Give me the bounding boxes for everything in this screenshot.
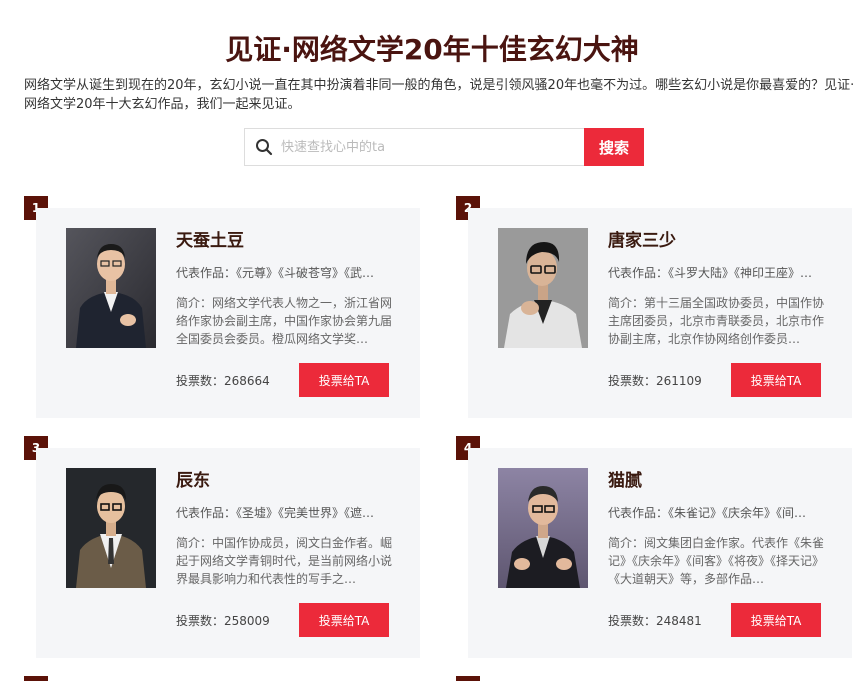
author-works: 代表作品：《朱雀记》《庆余年》《间…: [608, 506, 807, 520]
rank-badge: [24, 676, 48, 681]
page-intro: 网络文学从诞生到现在的20年，玄幻小说一直在其中扮演着非同一般的角色，说是引领风…: [24, 78, 855, 112]
author-avatar[interactable]: [498, 228, 588, 348]
rank-badge: [456, 676, 480, 681]
vote-count: 投票数：248481: [608, 614, 702, 628]
author-avatar[interactable]: [66, 228, 156, 348]
search-input[interactable]: [281, 132, 561, 162]
author-bio: 简介：中国作协成员，阅文白金作者。崛起于网络文学青铜时代，是当前网络小说界最具影…: [176, 536, 393, 586]
author-name[interactable]: 唐家三少: [608, 226, 676, 251]
author-name[interactable]: 猫腻: [608, 466, 642, 491]
author-name[interactable]: 辰东: [176, 466, 210, 491]
author-works: 代表作品：《斗罗大陆》《神印王座》…: [608, 266, 813, 280]
author-works: 代表作品：《圣墟》《完美世界》《遮…: [176, 506, 375, 520]
search-field[interactable]: [244, 128, 584, 166]
search-icon: [256, 139, 273, 156]
search-bar: 搜索: [244, 128, 644, 166]
search-button[interactable]: 搜索: [584, 128, 644, 166]
vote-button[interactable]: 投票给TA: [299, 603, 389, 637]
author-name[interactable]: 天蚕土豆: [176, 226, 244, 251]
author-card: 唐家三少 代表作品：《斗罗大陆》《神印王座》… 简介：第十三届全国政协委员，中国…: [468, 208, 852, 418]
author-card: 猫腻 代表作品：《朱雀记》《庆余年》《间… 简介：阅文集团白金作家。代表作《朱雀…: [468, 448, 852, 658]
vote-count: 投票数：268664: [176, 374, 270, 388]
vote-button[interactable]: 投票给TA: [299, 363, 389, 397]
vote-count: 投票数：261109: [608, 374, 702, 388]
author-bio: 简介：网络文学代表人物之一，浙江省网络作家协会副主席，中国作家协会第九届全国委员…: [176, 296, 393, 346]
author-works: 代表作品：《元尊》《斗破苍穹》《武…: [176, 266, 375, 280]
vote-button[interactable]: 投票给TA: [731, 363, 821, 397]
author-bio: 简介：阅文集团白金作家。代表作《朱雀记》《庆余年》《间客》《将夜》《择天记》《大…: [608, 536, 825, 586]
author-card: 天蚕土豆 代表作品：《元尊》《斗破苍穹》《武… 简介：网络文学代表人物之一，浙江…: [36, 208, 420, 418]
author-card: 辰东 代表作品：《圣墟》《完美世界》《遮… 简介：中国作协成员，阅文白金作者。崛…: [36, 448, 420, 658]
vote-count: 投票数：258009: [176, 614, 270, 628]
author-bio: 简介：第十三届全国政协委员，中国作协主席团委员，北京市青联委员，北京市作协副主席…: [608, 296, 825, 346]
page-title: 见证·网络文学20年十佳玄幻大神: [225, 33, 639, 66]
vote-button[interactable]: 投票给TA: [731, 603, 821, 637]
author-avatar[interactable]: [66, 468, 156, 588]
author-avatar[interactable]: [498, 468, 588, 588]
